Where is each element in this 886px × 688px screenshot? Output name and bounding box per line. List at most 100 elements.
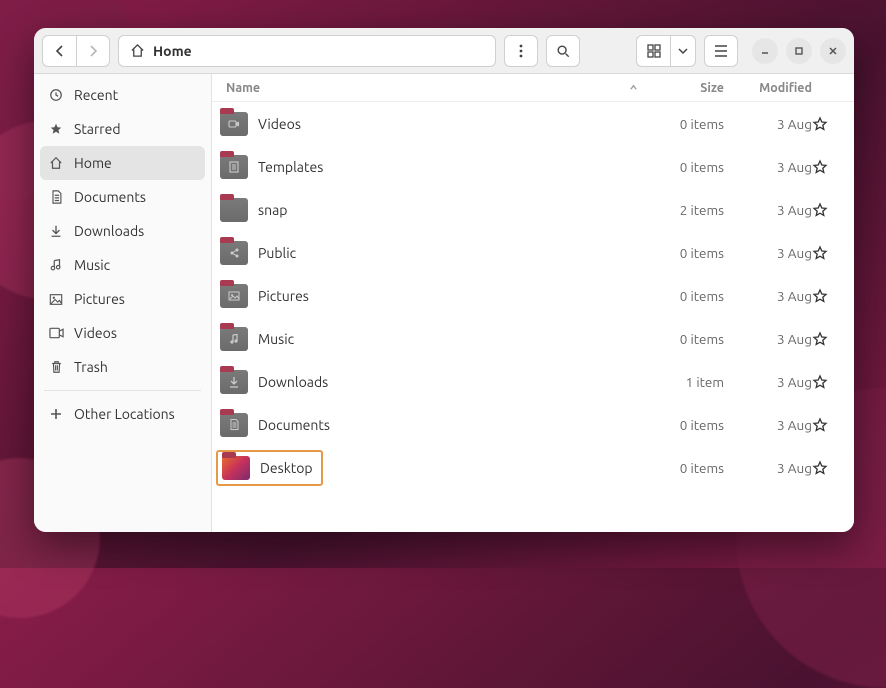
maximize-icon <box>794 46 804 56</box>
file-row[interactable]: Music0 items3 Aug <box>212 317 854 360</box>
file-name: Videos <box>258 116 301 132</box>
kebab-icon <box>519 44 523 58</box>
file-row[interactable]: Pictures0 items3 Aug <box>212 274 854 317</box>
sidebar-item-music[interactable]: Music <box>34 248 211 282</box>
home-icon <box>129 43 145 59</box>
folder-icon <box>220 327 248 351</box>
sidebar-item-trash[interactable]: Trash <box>34 350 211 384</box>
file-size: 0 items <box>644 460 724 476</box>
chevron-right-icon <box>87 45 99 57</box>
sidebar-item-other-locations[interactable]: Other Locations <box>34 397 211 431</box>
star-button[interactable] <box>812 245 842 261</box>
minimize-button[interactable] <box>752 38 778 64</box>
music-icon <box>48 257 64 273</box>
sidebar-item-starred[interactable]: Starred <box>34 112 211 146</box>
column-header-name[interactable]: Name <box>220 81 644 95</box>
file-modified: 3 Aug <box>724 116 812 132</box>
column-header-size[interactable]: Size <box>644 81 724 95</box>
video-icon <box>48 325 64 341</box>
file-name: Desktop <box>260 460 313 476</box>
star-button[interactable] <box>812 159 842 175</box>
file-name: snap <box>258 202 287 218</box>
star-button[interactable] <box>812 460 842 476</box>
window-controls <box>752 38 846 64</box>
chevron-left-icon <box>54 45 66 57</box>
document-icon <box>48 189 64 205</box>
sort-asc-icon <box>629 83 638 92</box>
icon-view-button[interactable] <box>636 35 670 67</box>
file-row[interactable]: Downloads1 item3 Aug <box>212 360 854 403</box>
sidebar-item-downloads[interactable]: Downloads <box>34 214 211 248</box>
path-menu-button[interactable] <box>504 35 538 67</box>
sidebar-item-label: Music <box>74 257 110 273</box>
sidebar-item-label: Recent <box>74 87 118 103</box>
file-name: Public <box>258 245 296 261</box>
close-button[interactable] <box>820 38 846 64</box>
sidebar-item-label: Starred <box>74 121 121 137</box>
sidebar-item-pictures[interactable]: Pictures <box>34 282 211 316</box>
folder-icon <box>222 456 250 480</box>
folder-icon <box>220 198 248 222</box>
headerbar: Home <box>34 28 854 74</box>
file-name: Documents <box>258 417 330 433</box>
file-list[interactable]: Videos0 items3 AugTemplates0 items3 Augs… <box>212 102 854 532</box>
sidebar-item-label: Pictures <box>74 291 125 307</box>
column-header-modified[interactable]: Modified <box>724 81 812 95</box>
star-button[interactable] <box>812 374 842 390</box>
sidebar-item-label: Home <box>74 155 112 171</box>
nav-buttons <box>42 35 110 67</box>
view-switcher <box>636 35 696 67</box>
home-icon <box>48 155 64 171</box>
star-button[interactable] <box>812 116 842 132</box>
file-modified: 3 Aug <box>724 460 812 476</box>
star-button[interactable] <box>812 202 842 218</box>
picture-icon <box>48 291 64 307</box>
star-button[interactable] <box>812 288 842 304</box>
sidebar-item-documents[interactable]: Documents <box>34 180 211 214</box>
sidebar-separator <box>44 390 201 391</box>
sidebar-item-label: Trash <box>74 359 108 375</box>
grid-icon <box>647 44 661 58</box>
sidebar-item-label: Documents <box>74 189 146 205</box>
maximize-button[interactable] <box>786 38 812 64</box>
file-row[interactable]: Public0 items3 Aug <box>212 231 854 274</box>
star-button[interactable] <box>812 331 842 347</box>
sidebar-item-recent[interactable]: Recent <box>34 78 211 112</box>
chevron-down-icon <box>678 46 688 56</box>
main-pane: Name Size Modified Videos0 items3 AugTem… <box>212 74 854 532</box>
sidebar-item-home[interactable]: Home <box>40 146 205 180</box>
file-row[interactable]: snap 2 items3 Aug <box>212 188 854 231</box>
sidebar-item-videos[interactable]: Videos <box>34 316 211 350</box>
search-icon <box>556 44 570 58</box>
trash-icon <box>48 359 64 375</box>
file-name: Downloads <box>258 374 328 390</box>
star-icon <box>48 121 64 137</box>
close-icon <box>828 46 838 56</box>
file-size: 0 items <box>644 116 724 132</box>
file-modified: 3 Aug <box>724 374 812 390</box>
hamburger-menu-button[interactable] <box>704 35 738 67</box>
list-header: Name Size Modified <box>212 74 854 102</box>
folder-icon <box>220 370 248 394</box>
folder-icon <box>220 284 248 308</box>
file-size: 0 items <box>644 331 724 347</box>
forward-button[interactable] <box>76 35 110 67</box>
file-row[interactable]: Desktop 0 items3 Aug <box>212 446 854 489</box>
plus-icon <box>48 406 64 422</box>
clock-icon <box>48 87 64 103</box>
back-button[interactable] <box>42 35 76 67</box>
file-size: 2 items <box>644 202 724 218</box>
star-button[interactable] <box>812 417 842 433</box>
file-row[interactable]: Documents0 items3 Aug <box>212 403 854 446</box>
file-row[interactable]: Templates0 items3 Aug <box>212 145 854 188</box>
file-row[interactable]: Videos 0 items3 Aug <box>212 102 854 145</box>
folder-icon <box>220 241 248 265</box>
minimize-icon <box>760 46 770 56</box>
search-button[interactable] <box>546 35 580 67</box>
download-icon <box>48 223 64 239</box>
view-options-button[interactable] <box>670 35 696 67</box>
file-size: 0 items <box>644 417 724 433</box>
path-bar[interactable]: Home <box>118 35 496 67</box>
file-size: 0 items <box>644 245 724 261</box>
file-modified: 3 Aug <box>724 202 812 218</box>
